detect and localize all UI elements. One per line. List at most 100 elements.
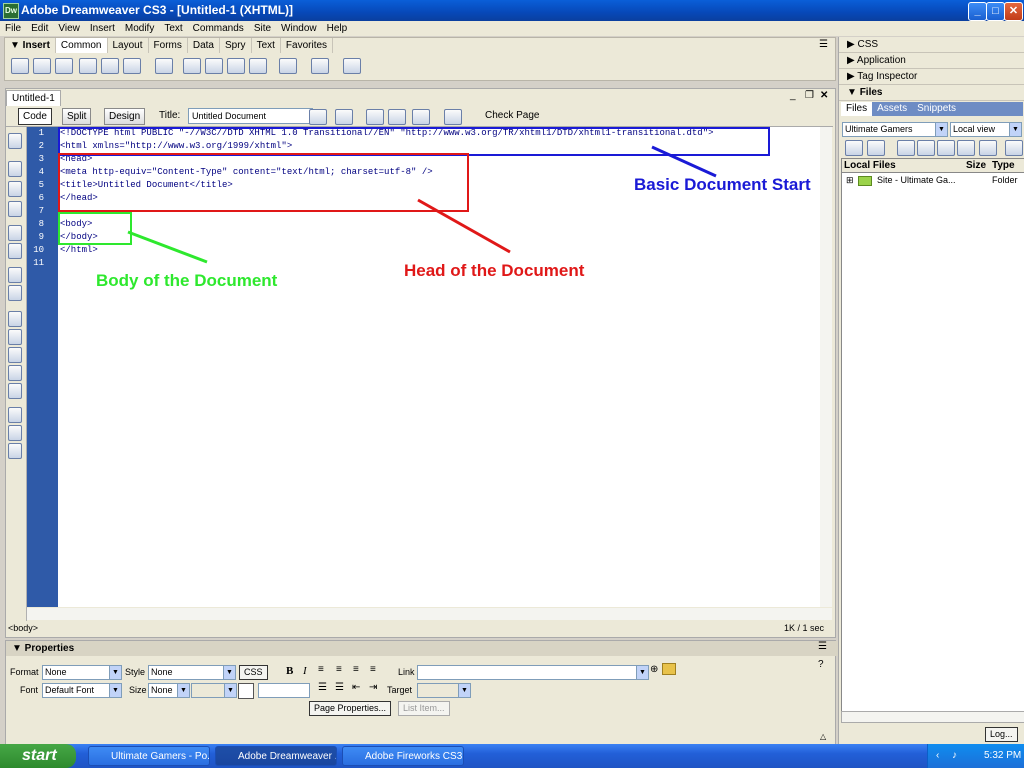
chevron-down-icon: ▼ (224, 684, 236, 697)
put-files-icon[interactable] (917, 140, 935, 156)
start-label: start (22, 747, 57, 764)
check-out-icon[interactable] (937, 140, 955, 156)
point-to-file-icon[interactable]: ⊕ (650, 664, 658, 675)
refresh-icon[interactable] (867, 140, 885, 156)
site-value: Ultimate Gamers (845, 124, 913, 134)
files-panel-header[interactable]: ▼ Files (839, 85, 1024, 101)
expand-icon[interactable]: ⊞ (846, 173, 854, 187)
tab-files[interactable]: Files (841, 102, 873, 116)
chevron-down-icon: ▼ (636, 666, 648, 679)
tag-inspector-label: Tag Inspector (857, 71, 918, 82)
list-item-button: List Item... (398, 701, 450, 716)
panel-options-icon[interactable]: ☰ (818, 641, 827, 652)
files-panel-label: Files (859, 87, 883, 98)
triangle-down-icon: ▼ (847, 87, 860, 98)
text-color-picker[interactable] (238, 683, 254, 699)
size-value: None (151, 685, 173, 695)
size-label: Size (129, 685, 147, 695)
bold-button[interactable]: B (286, 665, 293, 677)
check-in-icon[interactable] (957, 140, 975, 156)
taskbar-item-firefox[interactable]: Ultimate Gamers - Po... (88, 746, 210, 766)
column-size[interactable]: Size (966, 159, 986, 172)
font-select[interactable]: Default Font ▼ (42, 683, 122, 698)
panel-groups: ▶ CSS ▶ Application ▶ Tag Inspector ▼ Fi… (838, 37, 1024, 744)
unordered-list-icon[interactable]: ☰ (318, 682, 327, 693)
head-arrow (417, 198, 511, 254)
target-label: Target (387, 685, 413, 695)
taskbar-item-label: Adobe Dreamweaver ... (238, 751, 337, 762)
size-select[interactable]: None ▼ (148, 683, 190, 698)
connect-icon[interactable] (845, 140, 863, 156)
expand-properties-icon[interactable]: △ (820, 732, 826, 741)
ordered-list-icon[interactable]: ☰ (335, 682, 344, 693)
font-value: Default Font (45, 685, 95, 695)
file-name: Site - Ultimate Ga... (877, 175, 956, 185)
tag-inspector-panel-header[interactable]: ▶ Tag Inspector (839, 69, 1024, 85)
triangle-right-icon: ▶ (847, 71, 858, 82)
system-tray: ‹ ♪ 5:32 PM (927, 744, 1024, 768)
volume-icon[interactable]: ♪ (952, 744, 957, 768)
taskbar-item-dreamweaver[interactable]: Adobe Dreamweaver ... (215, 746, 337, 766)
local-files-header: Local Files Size Type (842, 159, 1024, 173)
align-center-icon[interactable]: ≡ (336, 664, 342, 675)
taskbar: start Ultimate Gamers - Po... Adobe Drea… (0, 744, 1024, 768)
browse-folder-icon[interactable] (662, 663, 676, 675)
link-label: Link (398, 667, 415, 677)
synchronize-icon[interactable] (979, 140, 997, 156)
tab-snippets[interactable]: Snippets (912, 102, 961, 116)
help-icon[interactable]: ? (818, 659, 824, 670)
italic-button[interactable]: I (303, 665, 307, 677)
page-properties-button[interactable]: Page Properties... (309, 701, 392, 716)
taskbar-item-fireworks[interactable]: Adobe Fireworks CS3... (342, 746, 464, 766)
files-horizontal-scrollbar[interactable] (841, 711, 1024, 723)
list-item[interactable]: ⊞ Site - Ultimate Ga... Folder (842, 173, 1024, 187)
properties-panel: ▼ Properties ☰ ? Format None ▼ Style None… (5, 640, 841, 746)
style-label: Style (125, 667, 146, 677)
site-select[interactable]: Ultimate Gamers ▼ (842, 122, 948, 137)
properties-header[interactable]: ▼ Properties (6, 641, 841, 656)
tab-assets[interactable]: Assets (872, 102, 912, 116)
view-value: Local view (953, 124, 996, 134)
triangle-right-icon: ▶ (847, 55, 857, 66)
file-type: Folder (992, 175, 1018, 185)
link-input[interactable]: ▼ (417, 665, 649, 680)
style-value: None (151, 667, 173, 677)
taskbar-item-label: Adobe Fireworks CS3... (365, 751, 464, 762)
align-left-icon[interactable]: ≡ (318, 664, 324, 675)
chevron-down-icon: ▼ (458, 684, 470, 697)
view-select[interactable]: Local view ▼ (950, 122, 1022, 137)
triangle-right-icon: ▶ (847, 39, 858, 50)
size-unit-select: ▼ (191, 683, 237, 698)
column-type[interactable]: Type (992, 159, 1015, 172)
head-annotation: Head of the Document (404, 261, 585, 280)
align-right-icon[interactable]: ≡ (353, 664, 359, 675)
expand-panel-icon[interactable] (1005, 140, 1023, 156)
site-folder-icon (858, 176, 872, 186)
css-panel-header[interactable]: ▶ CSS (839, 37, 1024, 53)
files-tabs: Files Assets Snippets (841, 102, 1023, 116)
chevron-down-icon: ▼ (109, 684, 121, 697)
chevron-down-icon: ▼ (109, 666, 121, 679)
start-button[interactable]: start (0, 744, 76, 768)
body-annotation: Body of the Document (96, 271, 278, 290)
justify-icon[interactable]: ≡ (370, 664, 376, 675)
outdent-icon[interactable]: ⇤ (352, 682, 360, 693)
text-color-input[interactable] (258, 683, 310, 698)
format-select[interactable]: None ▼ (42, 665, 122, 680)
format-value: None (45, 667, 67, 677)
log-button[interactable]: Log... (985, 727, 1018, 742)
chevron-down-icon: ▼ (1009, 123, 1021, 136)
format-label: Format (10, 667, 39, 677)
indent-icon[interactable]: ⇥ (369, 682, 377, 693)
clock[interactable]: 5:32 PM (984, 744, 1021, 768)
css-button[interactable]: CSS (239, 665, 268, 680)
tray-expand-icon[interactable]: ‹ (936, 744, 939, 768)
style-select[interactable]: None ▼ (148, 665, 236, 680)
application-panel-header[interactable]: ▶ Application (839, 53, 1024, 69)
application-panel-label: Application (856, 55, 906, 66)
chevron-down-icon: ▼ (223, 666, 235, 679)
doc-start-arrow (651, 145, 717, 178)
font-label: Font (20, 685, 39, 695)
get-files-icon[interactable] (897, 140, 915, 156)
column-local-files[interactable]: Local Files (844, 159, 896, 172)
